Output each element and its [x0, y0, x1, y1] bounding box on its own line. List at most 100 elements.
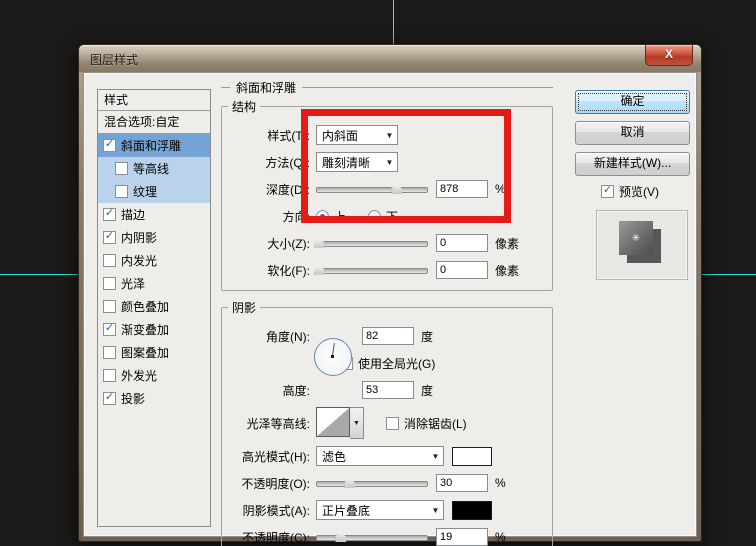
shadow-mode-row: 阴影模式(A): 正片叠底 ▼ — [222, 500, 544, 520]
highlight-opacity-input[interactable] — [436, 474, 488, 492]
depth-slider[interactable] — [316, 182, 428, 196]
cancel-button[interactable]: 取消 — [575, 121, 690, 145]
anti-aliased-row[interactable]: ✓ 消除锯齿(L) — [386, 415, 467, 432]
sidebar-item-satin[interactable]: ✓ 光泽 — [98, 272, 210, 295]
panel-title: 斜面和浮雕 — [221, 79, 553, 95]
sidebar-item-label: 斜面和浮雕 — [121, 137, 181, 154]
preview-row[interactable]: ✓ 预览(V) — [601, 183, 693, 200]
angle-label: 角度(N): — [222, 328, 316, 345]
angle-input[interactable] — [362, 327, 414, 345]
soften-slider[interactable] — [316, 263, 428, 277]
sidebar-item-gradient-overlay[interactable]: ✓ 渐变叠加 — [98, 318, 210, 341]
altitude-unit: 度 — [421, 382, 433, 399]
angle-dial[interactable] — [314, 338, 352, 376]
sidebar-item-bevel-emboss[interactable]: ✓ 斜面和浮雕 — [98, 134, 210, 157]
highlight-opacity-slider[interactable] — [316, 476, 428, 490]
dialog-title: 图层样式 — [90, 51, 138, 68]
depth-input[interactable] — [436, 180, 488, 198]
highlight-opacity-thumb[interactable] — [344, 477, 355, 488]
sidebar-item-pattern-overlay[interactable]: ✓ 图案叠加 — [98, 341, 210, 364]
close-button[interactable]: X — [645, 45, 693, 66]
sidebar-item-label: 投影 — [121, 390, 145, 407]
satin-checkbox[interactable]: ✓ — [103, 277, 116, 290]
highlight-opacity-label: 不透明度(O): — [222, 475, 316, 492]
layer-style-dialog: 图层样式 X 样式 混合选项:自定 ✓ 斜面和浮雕 ✓ 等高线 ✓ — [78, 44, 702, 542]
shadow-opacity-slider[interactable] — [316, 530, 428, 544]
new-style-button[interactable]: 新建样式(W)... — [575, 152, 690, 176]
technique-label: 方法(Q): — [222, 154, 316, 171]
sidebar-item-inner-shadow[interactable]: ✓ 内阴影 — [98, 226, 210, 249]
shadow-opacity-thumb[interactable] — [335, 531, 346, 542]
soften-input[interactable] — [436, 261, 488, 279]
size-slider-thumb[interactable] — [314, 237, 325, 248]
sidebar-item-inner-glow[interactable]: ✓ 内发光 — [98, 249, 210, 272]
anti-aliased-checkbox[interactable]: ✓ — [386, 417, 399, 430]
shadow-opacity-unit: % — [495, 530, 506, 544]
contour-thumbnail[interactable] — [316, 407, 350, 437]
bevel-emboss-checkbox[interactable]: ✓ — [103, 139, 116, 152]
texture-checkbox[interactable]: ✓ — [115, 185, 128, 198]
inner-glow-checkbox[interactable]: ✓ — [103, 254, 116, 267]
ok-button[interactable]: 确定 — [575, 90, 690, 114]
dialog-titlebar[interactable]: 图层样式 X — [79, 45, 701, 72]
color-overlay-checkbox[interactable]: ✓ — [103, 300, 116, 313]
depth-slider-thumb[interactable] — [391, 183, 402, 194]
direction-row: 方向: 上 下 — [222, 206, 544, 226]
drop-shadow-checkbox[interactable]: ✓ — [103, 392, 116, 405]
chevron-down-icon: ▼ — [382, 131, 397, 140]
size-input[interactable] — [436, 234, 488, 252]
highlight-color-swatch[interactable] — [452, 447, 492, 466]
angle-row: 角度(N): 度 — [222, 326, 544, 346]
shading-group: 阴影 角度(N): 度 ✓ 使用全局光(G) — [221, 299, 553, 546]
altitude-input[interactable] — [362, 381, 414, 399]
preview-checkbox[interactable]: ✓ — [601, 185, 614, 198]
sidebar-item-label: 图案叠加 — [121, 344, 169, 361]
direction-down-label: 下 — [386, 208, 398, 225]
sidebar-item-texture[interactable]: ✓ 纹理 — [98, 180, 210, 203]
styles-listbox: 样式 混合选项:自定 ✓ 斜面和浮雕 ✓ 等高线 ✓ 纹理 ✓ 描边 — [97, 89, 211, 527]
chevron-down-icon: ▼ — [382, 158, 397, 167]
preview-front-square: ✳ — [619, 221, 653, 255]
contour-checkbox[interactable]: ✓ — [115, 162, 128, 175]
angle-unit: 度 — [421, 328, 433, 345]
chevron-down-icon[interactable]: ▼ — [350, 407, 364, 439]
soften-unit: 像素 — [495, 262, 519, 279]
technique-dropdown[interactable]: 雕刻清晰 ▼ — [316, 152, 398, 172]
soften-slider-thumb[interactable] — [314, 264, 325, 275]
check-icon: ✓ — [105, 392, 114, 403]
style-dropdown[interactable]: 内斜面 ▼ — [316, 125, 398, 145]
size-unit: 像素 — [495, 235, 519, 252]
sidebar-item-drop-shadow[interactable]: ✓ 投影 — [98, 387, 210, 410]
canvas-guide-horizontal-right — [699, 274, 756, 275]
size-slider[interactable] — [316, 236, 428, 250]
stroke-checkbox[interactable]: ✓ — [103, 208, 116, 221]
dialog-client-area: 样式 混合选项:自定 ✓ 斜面和浮雕 ✓ 等高线 ✓ 纹理 ✓ 描边 — [83, 72, 697, 537]
highlight-mode-dropdown[interactable]: 滤色 ▼ — [316, 446, 444, 466]
sidebar-item-outer-glow[interactable]: ✓ 外发光 — [98, 364, 210, 387]
sidebar-item-blending-options[interactable]: 混合选项:自定 — [98, 111, 210, 134]
shadow-opacity-input[interactable] — [436, 528, 488, 546]
inner-shadow-checkbox[interactable]: ✓ — [103, 231, 116, 244]
sidebar-item-label: 外发光 — [121, 367, 157, 384]
pattern-overlay-checkbox[interactable]: ✓ — [103, 346, 116, 359]
sidebar-item-label: 纹理 — [133, 183, 157, 200]
gradient-overlay-checkbox[interactable]: ✓ — [103, 323, 116, 336]
depth-row: 深度(D): % — [222, 179, 544, 199]
global-light-row[interactable]: ✓ 使用全局光(G) — [340, 353, 544, 373]
sidebar-item-contour[interactable]: ✓ 等高线 — [98, 157, 210, 180]
gloss-contour-picker[interactable]: ▼ — [316, 407, 364, 439]
direction-up-label: 上 — [334, 208, 346, 225]
anti-aliased-label: 消除锯齿(L) — [404, 415, 467, 432]
sidebar-item-color-overlay[interactable]: ✓ 颜色叠加 — [98, 295, 210, 318]
shadow-color-swatch[interactable] — [452, 501, 492, 520]
screenshot-stage: 图层样式 X 样式 混合选项:自定 ✓ 斜面和浮雕 ✓ 等高线 ✓ — [0, 0, 756, 546]
sidebar-item-label: 颜色叠加 — [121, 298, 169, 315]
technique-row: 方法(Q): 雕刻清晰 ▼ — [222, 152, 544, 172]
sidebar-item-stroke[interactable]: ✓ 描边 — [98, 203, 210, 226]
dialog-actions: 确定 取消 新建样式(W)... ✓ 预览(V) ✳ — [575, 90, 693, 280]
check-icon: ✓ — [105, 231, 114, 242]
shadow-mode-dropdown[interactable]: 正片叠底 ▼ — [316, 500, 444, 520]
outer-glow-checkbox[interactable]: ✓ — [103, 369, 116, 382]
direction-up-radio[interactable] — [316, 210, 329, 223]
direction-down-radio[interactable] — [368, 210, 381, 223]
